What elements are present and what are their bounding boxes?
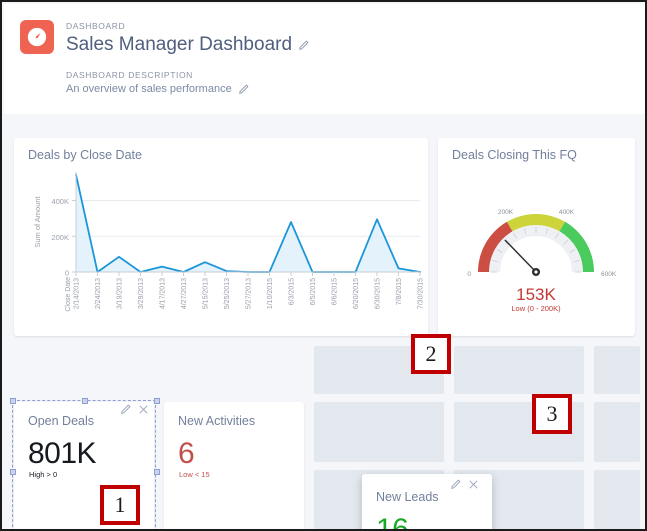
dashboard-builder-window: DASHBOARD Sales Manager Dashboard DASHBO… bbox=[0, 0, 647, 531]
svg-text:153K: 153K bbox=[516, 285, 556, 304]
svg-text:1/10/2015: 1/10/2015 bbox=[267, 278, 274, 309]
edit-title-pencil-icon[interactable] bbox=[298, 40, 309, 51]
dashboard-description: An overview of sales performance bbox=[66, 82, 309, 97]
speedometer-icon bbox=[20, 20, 54, 54]
annotation-callout-2: 2 bbox=[411, 334, 451, 374]
svg-text:Low (0 - 200K): Low (0 - 200K) bbox=[511, 304, 561, 313]
resize-handle[interactable] bbox=[154, 469, 160, 475]
kpi-value: 801K bbox=[28, 437, 97, 470]
grid-placeholder[interactable] bbox=[314, 402, 444, 462]
svg-text:4/27/2013: 4/27/2013 bbox=[181, 278, 188, 309]
widget-deals-closing-this-fq[interactable]: Deals Closing This FQ 0 200K 400K 600K 153K L… bbox=[438, 138, 635, 336]
kpi-subtitle: High > 0 bbox=[29, 470, 58, 479]
resize-handle[interactable] bbox=[154, 398, 160, 404]
svg-text:3/29/2013: 3/29/2013 bbox=[138, 278, 145, 309]
svg-text:400K: 400K bbox=[559, 209, 575, 216]
svg-text:7/30/2015: 7/30/2015 bbox=[418, 278, 425, 309]
dashboard-title-text: Sales Manager Dashboard bbox=[66, 34, 293, 55]
svg-text:7/8/2015: 7/8/2015 bbox=[396, 278, 403, 305]
dashboard-description-block: DASHBOARD DESCRIPTION An overview of sal… bbox=[66, 69, 309, 97]
svg-text:400K: 400K bbox=[51, 197, 69, 206]
remove-widget-close-icon[interactable] bbox=[138, 404, 149, 415]
svg-text:6/6/2015: 6/6/2015 bbox=[332, 278, 339, 305]
page-title: Sales Manager Dashboard bbox=[66, 33, 309, 57]
svg-text:2/24/2013: 2/24/2013 bbox=[95, 278, 102, 309]
svg-text:4/17/2013: 4/17/2013 bbox=[160, 278, 167, 309]
svg-text:6/3/2015: 6/3/2015 bbox=[289, 278, 296, 305]
svg-text:Sum of Amount: Sum of Amount bbox=[33, 195, 42, 247]
widget-deals-by-close-date[interactable]: Deals by Close Date 0 200K 400K Sum of Amou… bbox=[14, 138, 428, 336]
svg-text:5/15/2013: 5/15/2013 bbox=[203, 278, 210, 309]
grid-placeholder[interactable] bbox=[594, 470, 640, 529]
svg-text:200K: 200K bbox=[51, 233, 69, 242]
grid-placeholder[interactable] bbox=[454, 346, 584, 394]
svg-text:2/14/2013: 2/14/2013 bbox=[74, 278, 81, 309]
deals-closing-gauge-chart: 0 200K 400K 600K 153KLow (0 - 200K) bbox=[467, 209, 617, 313]
remove-widget-close-icon[interactable] bbox=[468, 479, 479, 490]
svg-text:200K: 200K bbox=[498, 209, 514, 216]
widget-new-leads-dragging[interactable]: New Leads 16 High > 15 bbox=[362, 474, 492, 531]
grid-placeholder[interactable] bbox=[594, 402, 640, 462]
widget-new-activities[interactable]: New Activities 6 Low < 15 bbox=[164, 402, 304, 529]
widget-title: Deals Closing This FQ bbox=[452, 148, 577, 162]
widget-title: Deals by Close Date bbox=[28, 148, 142, 162]
open-deals-tile-actions bbox=[120, 404, 149, 415]
svg-text:6/30/2015: 6/30/2015 bbox=[375, 278, 382, 309]
svg-text:Close Date: Close Date bbox=[65, 277, 72, 312]
svg-text:600K: 600K bbox=[601, 271, 617, 278]
deals-by-close-date-chart: 0 200K 400K Sum of Amount Close Date 2/14/201… bbox=[33, 172, 425, 312]
svg-text:0: 0 bbox=[65, 269, 69, 278]
svg-text:3/19/2013: 3/19/2013 bbox=[117, 278, 124, 309]
annotation-callout-1: 1 bbox=[100, 485, 140, 525]
svg-text:0: 0 bbox=[467, 271, 471, 278]
grid-placeholder[interactable] bbox=[594, 346, 640, 394]
description-text: An overview of sales performance bbox=[66, 83, 232, 95]
edit-widget-pencil-icon[interactable] bbox=[120, 404, 131, 415]
description-eyebrow: DASHBOARD DESCRIPTION bbox=[66, 70, 193, 80]
kpi-subtitle: Low < 15 bbox=[179, 470, 210, 479]
svg-text:5/27/2013: 5/27/2013 bbox=[246, 278, 253, 309]
speedometer-glyph bbox=[27, 27, 47, 47]
new-leads-tile-actions bbox=[450, 479, 479, 490]
kpi-value: 16 bbox=[376, 513, 409, 531]
annotation-callout-3: 3 bbox=[532, 394, 572, 434]
svg-text:6/5/2015: 6/5/2015 bbox=[310, 278, 317, 305]
svg-text:5/25/2013: 5/25/2013 bbox=[224, 278, 231, 309]
widget-title: New Activities bbox=[178, 414, 256, 428]
edit-description-pencil-icon[interactable] bbox=[238, 84, 249, 95]
dashboard-canvas[interactable]: Deals by Close Date 0 200K 400K Sum of Amou… bbox=[4, 114, 645, 529]
edit-widget-pencil-icon[interactable] bbox=[450, 479, 461, 490]
kpi-value: 6 bbox=[178, 437, 195, 470]
dashboard-eyebrow: DASHBOARD bbox=[66, 21, 126, 31]
svg-text:6/20/2015: 6/20/2015 bbox=[353, 278, 360, 309]
dashboard-header: DASHBOARD Sales Manager Dashboard DASHBO… bbox=[4, 4, 645, 114]
